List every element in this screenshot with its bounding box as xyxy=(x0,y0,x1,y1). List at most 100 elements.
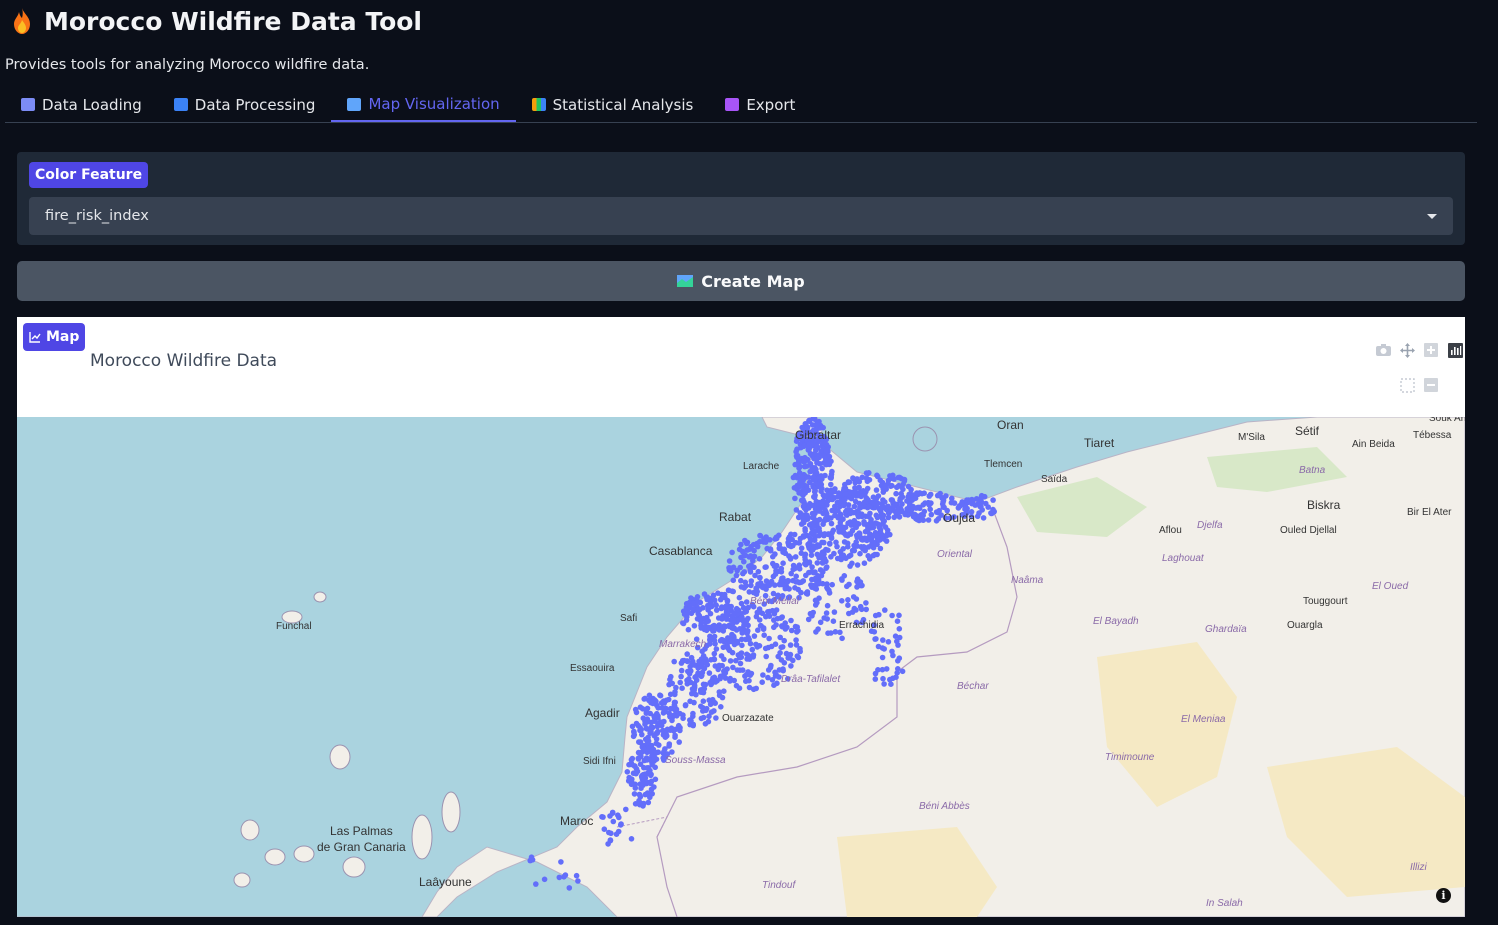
map-place-label: Naâma xyxy=(1011,575,1044,586)
fire-point xyxy=(743,599,750,605)
fire-point xyxy=(874,473,881,480)
plotly-logo-icon[interactable] xyxy=(1447,342,1463,358)
tab-data-processing[interactable]: Data Processing xyxy=(158,88,332,121)
fire-point xyxy=(988,510,995,517)
fire-point xyxy=(691,699,697,706)
fire-point xyxy=(810,545,817,551)
fire-point xyxy=(772,571,779,577)
fire-point xyxy=(636,797,642,804)
fire-point xyxy=(780,560,786,566)
fire-point xyxy=(872,676,879,682)
fire-point xyxy=(817,567,824,573)
fire-point xyxy=(894,618,901,624)
map-place-label: Béchar xyxy=(957,681,989,692)
fire-point xyxy=(824,586,831,592)
fire-point xyxy=(823,610,830,616)
fire-point xyxy=(721,668,727,674)
fire-point xyxy=(850,475,856,481)
fire-point xyxy=(809,521,816,527)
fire-point xyxy=(725,587,732,593)
fire-point xyxy=(736,594,743,601)
fire-point xyxy=(762,645,769,652)
info-icon[interactable]: i xyxy=(1436,888,1451,903)
fire-point xyxy=(729,549,735,556)
fire-point xyxy=(921,490,927,496)
fire-point xyxy=(873,636,879,642)
fire-point xyxy=(885,503,891,510)
fire-point xyxy=(882,482,889,489)
fire-point xyxy=(880,637,886,643)
tab-data-loading[interactable]: Data Loading xyxy=(5,88,158,121)
fire-point xyxy=(691,662,698,668)
fire-point xyxy=(821,539,827,546)
tab-export[interactable]: Export xyxy=(709,88,811,121)
fire-point xyxy=(645,756,652,763)
fire-point xyxy=(934,492,941,499)
fire-point xyxy=(768,578,775,585)
fire-point xyxy=(786,553,792,559)
fire-point xyxy=(727,658,734,664)
fire-point xyxy=(819,580,826,587)
map-place-label: In Salah xyxy=(1206,898,1243,909)
fire-point xyxy=(975,501,982,507)
fire-point xyxy=(678,673,684,680)
fire-point xyxy=(703,707,709,714)
fire-point xyxy=(713,646,720,652)
zoom-out-icon[interactable] xyxy=(1423,377,1439,393)
fire-point xyxy=(872,612,879,619)
map-place-label: Errachidia xyxy=(839,620,884,631)
create-map-button[interactable]: Create Map xyxy=(17,261,1465,301)
color-feature-dropdown[interactable]: fire_risk_index xyxy=(29,197,1453,235)
map-view[interactable]: Gibraltar Larache Rabat Casablanca Safi Essao… xyxy=(17,417,1465,917)
map-place-label: Laâyoune xyxy=(419,875,472,889)
tab-statistical-analysis[interactable]: Statistical Analysis xyxy=(516,88,710,121)
fire-point xyxy=(673,684,679,691)
camera-icon[interactable] xyxy=(1375,342,1391,358)
fire-point xyxy=(656,742,662,748)
fire-point xyxy=(793,539,799,546)
fire-point xyxy=(739,636,745,643)
fire-point xyxy=(812,529,818,535)
fire-point xyxy=(811,494,817,500)
fire-point xyxy=(684,651,690,657)
map-place-label: Marrakech xyxy=(659,639,707,650)
fire-point xyxy=(861,519,867,525)
fire-point xyxy=(747,640,754,647)
fire-point xyxy=(820,521,826,527)
map-place-label: Essaouira xyxy=(570,663,615,674)
fire-point xyxy=(694,594,701,600)
fire-point xyxy=(739,667,746,673)
fire-point xyxy=(779,581,786,588)
map-place-label: Béni Mellal xyxy=(750,596,800,607)
fire-point xyxy=(706,670,713,676)
fire-point xyxy=(894,484,900,491)
fire-point xyxy=(819,559,826,566)
fire-point xyxy=(872,520,879,526)
fire-point xyxy=(707,604,713,610)
fire-point xyxy=(746,684,753,691)
fire-point xyxy=(733,682,740,689)
fire-point xyxy=(751,633,758,639)
fire-point xyxy=(802,526,808,532)
fire-point xyxy=(921,508,928,515)
fire-point xyxy=(811,485,818,492)
fire-point xyxy=(558,859,564,865)
zoom-in-icon[interactable] xyxy=(1423,342,1439,358)
tab-label: Export xyxy=(746,95,796,114)
fire-point xyxy=(601,826,608,832)
fire-point xyxy=(661,748,667,755)
fire-point xyxy=(778,657,785,663)
box-select-icon[interactable] xyxy=(1399,377,1415,393)
fire-point xyxy=(765,674,771,681)
fire-point xyxy=(780,667,786,674)
pan-icon[interactable] xyxy=(1399,342,1415,358)
fire-point xyxy=(901,476,908,483)
tab-map-visualization[interactable]: Map Visualization xyxy=(331,88,516,122)
map-place-label: Drâa-Tafilalet xyxy=(781,674,841,685)
map-place-label: Batna xyxy=(1299,465,1326,476)
fire-point xyxy=(835,508,841,514)
fire-point xyxy=(765,667,772,673)
fire-point xyxy=(642,775,649,781)
fire-point xyxy=(949,495,955,502)
fire-point xyxy=(756,556,763,562)
